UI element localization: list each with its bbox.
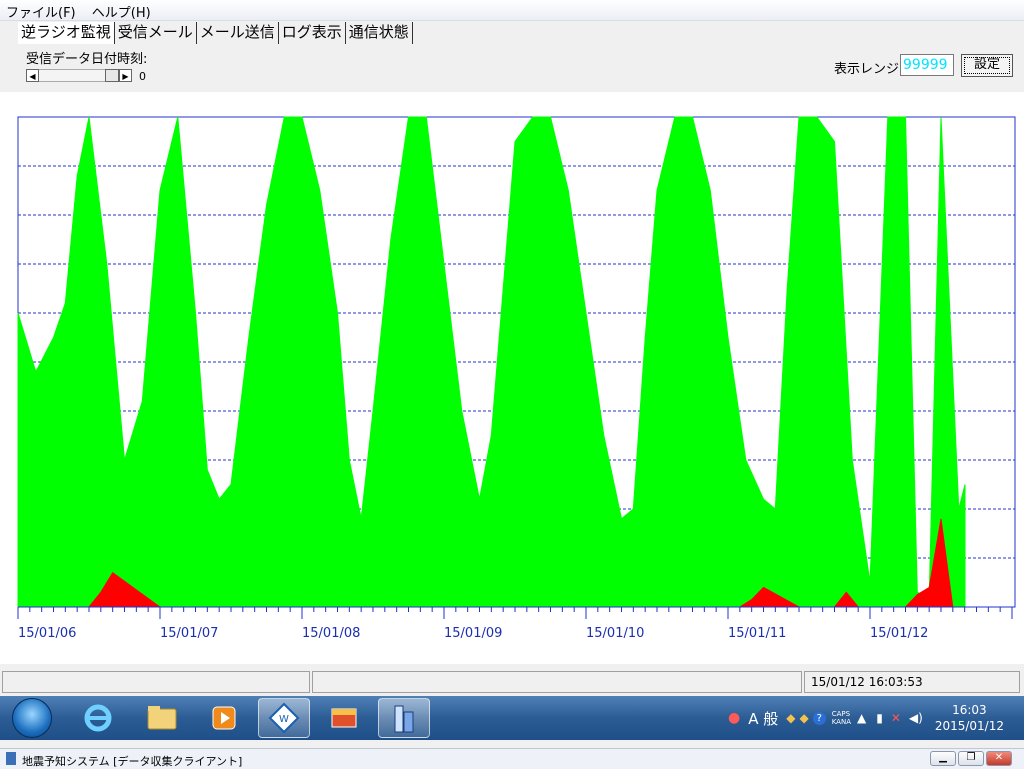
- clock-time: 16:03: [952, 703, 987, 717]
- x-tick-label: 15/01/06: [18, 626, 76, 641]
- explorer-folder-icon[interactable]: [136, 698, 188, 738]
- status-panel-1: [2, 671, 310, 693]
- display-range-label: 表示レンジ:: [834, 62, 904, 77]
- x-tick-label: 15/01/12: [870, 626, 928, 641]
- status-bar: 15/01/12 16:03:53: [0, 668, 1024, 695]
- ime-dictionary-icon[interactable]: ◆: [799, 711, 808, 725]
- app-w-icon[interactable]: W: [258, 698, 310, 738]
- date-scrollbar[interactable]: ◀ ▶: [26, 68, 136, 83]
- usb-device-icon[interactable]: ▮: [876, 711, 883, 725]
- restore-button[interactable]: ❐: [958, 751, 984, 766]
- notification-flag-icon[interactable]: ●: [728, 710, 740, 726]
- system-tray: ● A 般 ◆ ◆ ? CAPS KANA ▲ ▮ ✕ ◀) 16:03 201…: [728, 696, 1004, 740]
- series-0-area: [17, 116, 966, 608]
- tab-bar: 逆ラジオ監視 受信メール メール送信 ログ表示 通信状態: [18, 22, 413, 44]
- minimize-button[interactable]: ▁: [930, 751, 956, 766]
- app-package-icon[interactable]: [318, 698, 370, 738]
- start-button-icon[interactable]: [12, 698, 52, 738]
- clock[interactable]: 16:03 2015/01/12: [935, 702, 1004, 734]
- scroll-thumb[interactable]: [105, 69, 119, 82]
- window-title: 地震予知システム [データ収集クライアント]: [22, 755, 243, 768]
- tab-log-view[interactable]: ログ表示: [279, 22, 346, 44]
- help-icon[interactable]: ?: [812, 711, 826, 725]
- clock-date: 2015/01/12: [934, 719, 1004, 733]
- window-title-bar: 地震予知システム [データ収集クライアント] ▁ ❐ ✕: [0, 748, 1024, 769]
- x-tick-label: 15/01/08: [302, 626, 360, 641]
- monitor-chart: 15/01/06 15/01/07 15/01/08 15/01/09 15/01/10…: [17, 116, 1016, 641]
- scroll-left-arrow-icon[interactable]: ◀: [26, 69, 39, 82]
- caps-label: CAPS: [831, 710, 851, 718]
- received-datetime-label: 受信データ日付時刻:: [26, 52, 148, 67]
- app-building-icon[interactable]: [378, 698, 430, 738]
- tab-connection-status[interactable]: 通信状態: [346, 22, 413, 44]
- menu-file[interactable]: ファイル(F): [0, 0, 82, 23]
- svg-text:W: W: [279, 714, 289, 725]
- close-button[interactable]: ✕: [986, 751, 1012, 766]
- display-range-input[interactable]: [900, 54, 954, 76]
- tab-send-mail[interactable]: メール送信: [197, 22, 279, 44]
- scroll-value: 0: [139, 70, 146, 83]
- app-icon: [6, 752, 16, 765]
- status-datetime: 15/01/12 16:03:53: [804, 671, 1020, 693]
- set-button[interactable]: 設定: [961, 54, 1013, 77]
- menu-bar: ファイル(F) ヘルプ(H): [0, 0, 1024, 21]
- status-panel-2: [312, 671, 802, 693]
- show-hidden-icons-icon[interactable]: ▲: [857, 711, 866, 725]
- tab-received-mail[interactable]: 受信メール: [115, 22, 197, 44]
- tab-reverse-radio-monitor[interactable]: 逆ラジオ監視: [18, 22, 115, 44]
- kana-label: KANA: [831, 718, 851, 726]
- scroll-track[interactable]: [39, 69, 105, 82]
- scroll-right-arrow-icon[interactable]: ▶: [119, 69, 132, 82]
- internet-explorer-icon[interactable]: [72, 698, 124, 738]
- chart-area: 15/01/06 15/01/07 15/01/08 15/01/09 15/01/10…: [0, 92, 1024, 664]
- ime-indicator[interactable]: A 般: [748, 708, 778, 729]
- media-player-icon[interactable]: [198, 698, 250, 738]
- network-icon[interactable]: ✕: [891, 711, 901, 725]
- x-tick-label: 15/01/11: [728, 626, 786, 641]
- x-tick-label: 15/01/10: [586, 626, 644, 641]
- x-tick-label: 15/01/07: [160, 626, 218, 641]
- menu-help[interactable]: ヘルプ(H): [86, 0, 157, 23]
- x-tick-label: 15/01/09: [444, 626, 502, 641]
- ime-tool-icon[interactable]: ◆: [786, 711, 795, 725]
- caps-kana-indicator: CAPS KANA: [832, 710, 851, 726]
- taskbar: W ● A 般 ◆ ◆ ? CAPS KANA ▲ ▮ ✕ ◀) 16:03 2…: [0, 696, 1024, 740]
- volume-icon[interactable]: ◀): [909, 711, 923, 725]
